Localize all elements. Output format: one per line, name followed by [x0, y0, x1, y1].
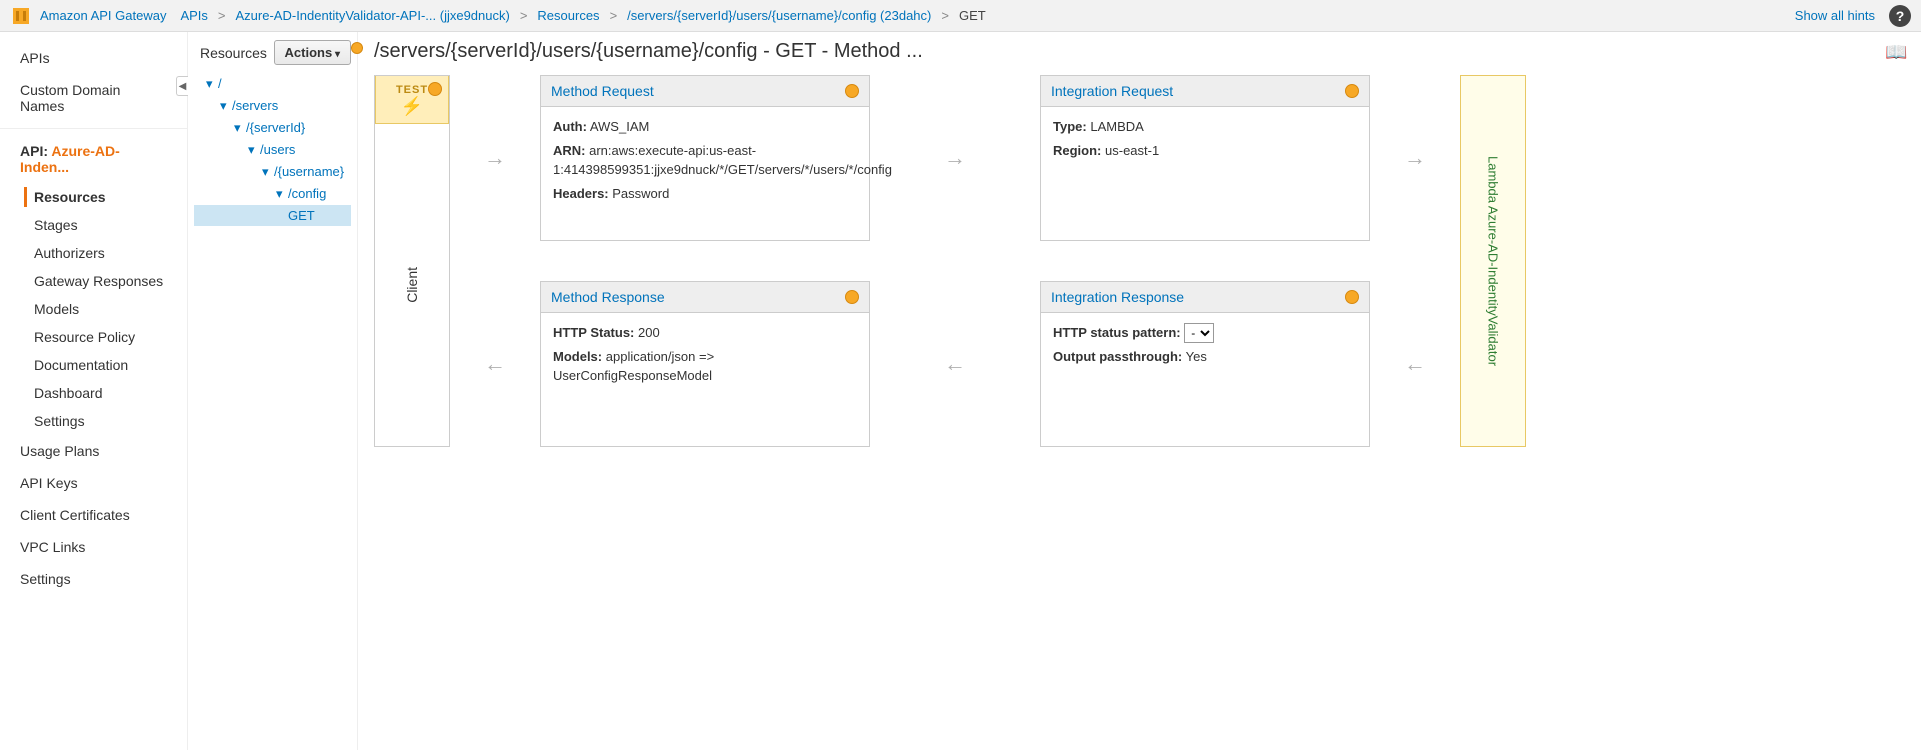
arrow-left-icon [870, 281, 1040, 447]
resource-tree: ▾/ ▾/servers ▾/{serverId} ▾/users ▾/{use… [194, 73, 351, 226]
breadcrumb: APIs > Azure-AD-IndentityValidator-API-.… [180, 8, 985, 23]
tree-node-username[interactable]: ▾/{username} [194, 161, 351, 183]
caret-down-icon: ▾ [262, 164, 274, 180]
main-area: /servers/{serverId}/users/{username}/con… [358, 32, 1921, 750]
nav-settings[interactable]: Settings [0, 563, 187, 595]
nav-gateway-responses[interactable]: Gateway Responses [0, 267, 187, 295]
caret-down-icon: ▾ [248, 142, 260, 158]
arrow-right-icon [450, 75, 540, 241]
integration-response-panel[interactable]: Integration Response HTTP status pattern… [1040, 281, 1370, 447]
status-pattern-select[interactable]: - [1184, 323, 1214, 343]
arrow-right-icon [1370, 75, 1460, 241]
models-label: Models: [553, 349, 602, 364]
spacer [276, 208, 288, 223]
collapse-nav-icon[interactable]: ◀ [176, 76, 188, 96]
resources-panel: Resources Actions ▾/ ▾/servers ▾/{server… [188, 32, 358, 750]
nav-stages[interactable]: Stages [0, 211, 187, 239]
breadcrumb-resources[interactable]: Resources [537, 8, 599, 23]
auth-value: AWS_IAM [590, 119, 649, 134]
tree-node-users[interactable]: ▾/users [194, 139, 351, 161]
actions-button[interactable]: Actions [274, 40, 351, 65]
http-status-value: 200 [638, 325, 660, 340]
arn-label: ARN: [553, 143, 586, 158]
nav-documentation[interactable]: Documentation [0, 351, 187, 379]
method-request-title[interactable]: Method Request [551, 83, 654, 99]
show-hints-link[interactable]: Show all hints [1795, 8, 1875, 23]
nav-authorizers[interactable]: Authorizers [0, 239, 187, 267]
hint-dot-icon[interactable] [845, 84, 859, 98]
nav-apis[interactable]: APIs [0, 42, 187, 74]
passthrough-label: Output passthrough: [1053, 349, 1182, 364]
nav-vpc-links[interactable]: VPC Links [0, 531, 187, 563]
tree-node-servers[interactable]: ▾/servers [194, 95, 351, 117]
breadcrumb-resource-path[interactable]: /servers/{serverId}/users/{username}/con… [627, 8, 931, 23]
breadcrumb-apis[interactable]: APIs [180, 8, 207, 23]
method-execution-diagram: TEST ⚡ Client Method Request Auth: AWS_I… [374, 75, 1905, 447]
help-icon[interactable]: ? [1889, 5, 1911, 27]
method-response-panel[interactable]: Method Response HTTP Status: 200 Models:… [540, 281, 870, 447]
lightning-icon: ⚡ [376, 96, 448, 117]
passthrough-value: Yes [1186, 349, 1207, 364]
arn-value: arn:aws:execute-api:us-east-1:4143985993… [553, 143, 892, 178]
caret-down-icon: ▾ [276, 186, 288, 202]
arrow-left-icon [1370, 281, 1460, 447]
arrow-left-icon [450, 281, 540, 447]
test-button[interactable]: TEST ⚡ [375, 76, 449, 124]
type-label: Type: [1053, 119, 1087, 134]
region-label: Region: [1053, 143, 1101, 158]
nav-api-keys[interactable]: API Keys [0, 467, 187, 499]
headers-label: Headers: [553, 186, 609, 201]
nav-usage-plans[interactable]: Usage Plans [0, 435, 187, 467]
method-response-title[interactable]: Method Response [551, 289, 665, 305]
nav-models[interactable]: Models [0, 295, 187, 323]
client-box: TEST ⚡ Client [374, 75, 450, 447]
nav-client-certs[interactable]: Client Certificates [0, 499, 187, 531]
method-request-panel[interactable]: Method Request Auth: AWS_IAM ARN: arn:aw… [540, 75, 870, 241]
caret-down-icon: ▾ [234, 120, 246, 136]
nav-api-settings[interactable]: Settings [0, 407, 187, 435]
caret-down-icon: ▾ [206, 76, 218, 92]
chevron-right-icon: > [610, 8, 618, 23]
integration-request-title[interactable]: Integration Request [1051, 83, 1173, 99]
service-logo-icon [10, 5, 32, 27]
type-value: LAMBDA [1090, 119, 1143, 134]
breadcrumb-bar: Amazon API Gateway APIs > Azure-AD-Inden… [0, 0, 1921, 32]
api-label: API: Azure-AD-Inden... [0, 135, 187, 183]
page-title: /servers/{serverId}/users/{username}/con… [374, 40, 1873, 63]
hint-dot-icon[interactable] [1345, 84, 1359, 98]
resources-title: Resources [194, 45, 267, 61]
documentation-icon[interactable]: 📖 [1885, 42, 1905, 62]
http-status-label: HTTP Status: [553, 325, 634, 340]
divider [0, 128, 187, 129]
tree-node-get[interactable]: GET [194, 205, 351, 226]
chevron-right-icon: > [218, 8, 226, 23]
tree-node-config[interactable]: ▾/config [194, 183, 351, 205]
headers-value: Password [612, 186, 669, 201]
breadcrumb-api[interactable]: Azure-AD-IndentityValidator-API-... (jjx… [236, 8, 510, 23]
tree-node-serverid[interactable]: ▾/{serverId} [194, 117, 351, 139]
hint-dot-icon[interactable] [1345, 290, 1359, 304]
nav-resources[interactable]: Resources [0, 183, 187, 211]
nav-resource-policy[interactable]: Resource Policy [0, 323, 187, 351]
status-pattern-label: HTTP status pattern: [1053, 325, 1181, 340]
region-value: us-east-1 [1105, 143, 1159, 158]
chevron-right-icon: > [941, 8, 949, 23]
lambda-label: Lambda Azure-AD-IndentityValidator [1486, 156, 1501, 366]
hint-dot-icon[interactable] [428, 82, 442, 96]
client-label: Client [404, 267, 420, 303]
tree-node-root[interactable]: ▾/ [194, 73, 351, 95]
breadcrumb-method: GET [959, 8, 986, 23]
left-nav: ◀ APIs Custom Domain Names API: Azure-AD… [0, 32, 188, 750]
integration-request-panel[interactable]: Integration Request Type: LAMBDA Region:… [1040, 75, 1370, 241]
nav-dashboard[interactable]: Dashboard [0, 379, 187, 407]
auth-label: Auth: [553, 119, 587, 134]
arrow-right-icon [870, 75, 1040, 241]
integration-response-title[interactable]: Integration Response [1051, 289, 1184, 305]
service-name-link[interactable]: Amazon API Gateway [40, 8, 166, 23]
lambda-box[interactable]: Lambda Azure-AD-IndentityValidator [1460, 75, 1526, 447]
caret-down-icon: ▾ [220, 98, 232, 114]
hint-dot-icon[interactable] [845, 290, 859, 304]
chevron-right-icon: > [520, 8, 528, 23]
nav-custom-domains[interactable]: Custom Domain Names [0, 74, 187, 122]
